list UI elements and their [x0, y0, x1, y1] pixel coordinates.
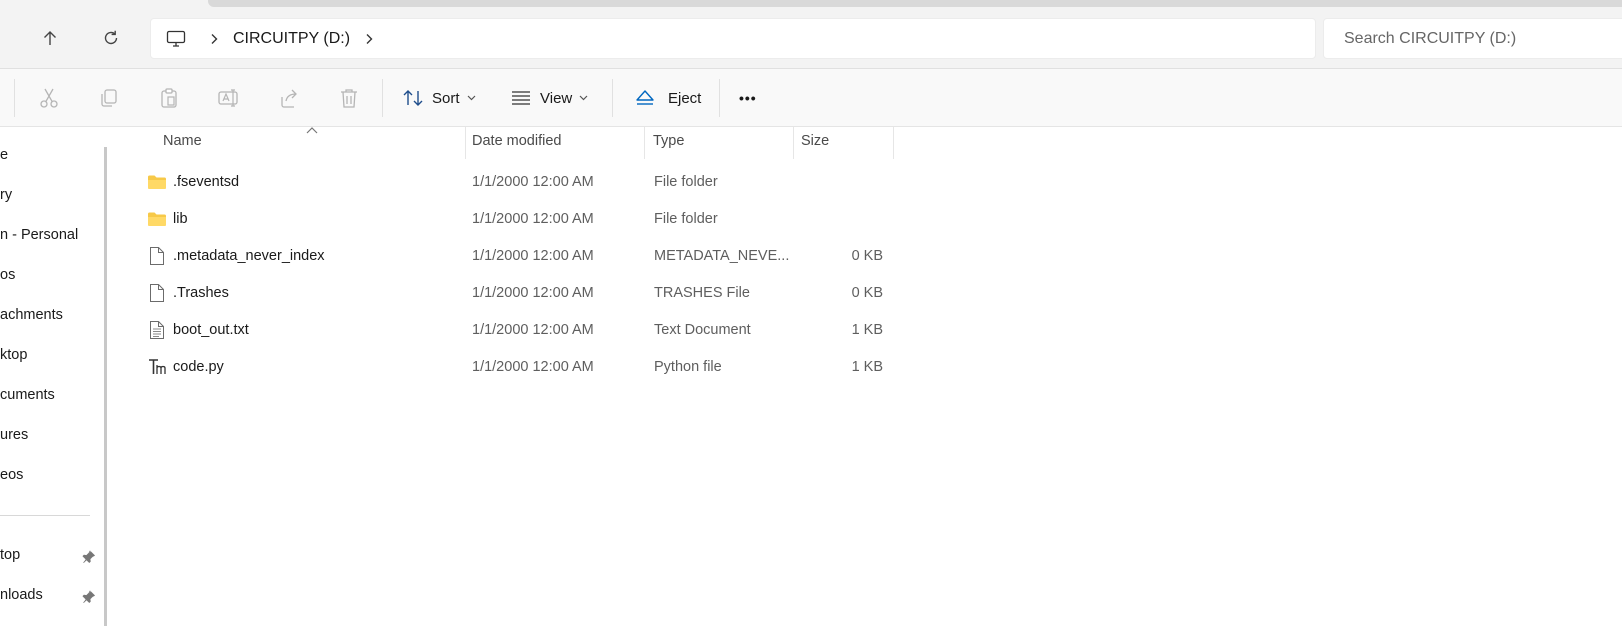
file-name: .fseventsd [173, 174, 240, 190]
file-size: 0 KB [851, 285, 883, 301]
file-row[interactable]: boot_out.txt 1/1/2000 12:00 AM Text Docu… [120, 313, 900, 349]
file-size: 1 KB [851, 359, 883, 375]
eject-icon [636, 90, 654, 105]
column-separator[interactable] [644, 127, 645, 159]
file-type: METADATA_NEVE... [654, 248, 790, 264]
chevron-right-icon[interactable] [356, 33, 382, 45]
file-row[interactable]: lib 1/1/2000 12:00 AM File folder [120, 202, 900, 238]
column-header-date[interactable]: Date modified [472, 133, 561, 149]
share-icon[interactable] [276, 85, 302, 111]
text-file-icon [147, 320, 167, 340]
view-label: View [540, 89, 573, 107]
file-date: 1/1/2000 12:00 AM [472, 248, 594, 264]
search-box[interactable] [1323, 18, 1622, 59]
column-separator[interactable] [893, 127, 894, 159]
pane-splitter[interactable] [104, 147, 107, 626]
delete-icon[interactable] [336, 85, 362, 111]
file-type: Text Document [654, 322, 751, 338]
sort-icon [403, 90, 423, 106]
file-name: .metadata_never_index [173, 248, 325, 264]
address-bar[interactable]: CIRCUITPY (D:) [150, 18, 1316, 59]
nav-item-downloads-pinned[interactable]: nloads [0, 587, 43, 603]
address-toolbar: CIRCUITPY (D:) [0, 0, 1622, 69]
nav-item-pictures[interactable]: ures [0, 427, 28, 443]
file-type: TRASHES File [654, 285, 750, 301]
arrow-up-icon [44, 31, 56, 45]
more-options-button[interactable]: ••• [739, 83, 757, 113]
file-row[interactable]: .fseventsd 1/1/2000 12:00 AM File folder [120, 165, 900, 201]
file-date: 1/1/2000 12:00 AM [472, 285, 594, 301]
rename-icon[interactable] [216, 85, 242, 111]
sort-ascending-icon [306, 127, 318, 134]
separator [612, 79, 613, 117]
file-name: lib [173, 211, 188, 227]
file-date: 1/1/2000 12:00 AM [472, 211, 594, 227]
file-date: 1/1/2000 12:00 AM [472, 359, 594, 375]
pin-icon[interactable] [82, 590, 96, 604]
file-row[interactable]: .metadata_never_index 1/1/2000 12:00 AM … [120, 239, 900, 275]
file-icon [147, 246, 167, 266]
pin-icon[interactable] [82, 550, 96, 564]
view-button[interactable]: View [510, 83, 588, 113]
chevron-right-icon[interactable] [201, 33, 227, 45]
column-separator[interactable] [465, 127, 466, 159]
chevron-down-icon [579, 95, 588, 101]
command-bar: Sort View Eject ••• [0, 69, 1622, 127]
nav-item-documents[interactable]: cuments [0, 387, 55, 403]
column-header-type[interactable]: Type [653, 133, 684, 149]
more-icon: ••• [739, 90, 757, 106]
nav-item-onedrive[interactable]: n - Personal [0, 227, 78, 243]
column-header-name[interactable]: Name [163, 133, 202, 149]
nav-item[interactable]: achments [0, 307, 63, 323]
up-button[interactable] [34, 22, 66, 54]
file-name: boot_out.txt [173, 322, 249, 338]
file-row[interactable]: code.py 1/1/2000 12:00 AM Python file 1 … [120, 350, 900, 386]
folder-icon [147, 209, 167, 229]
nav-item[interactable]: e [0, 147, 8, 163]
column-separator[interactable] [793, 127, 794, 159]
file-type: Python file [654, 359, 722, 375]
navigation-pane: e ry n - Personal os achments ktop cumen… [0, 127, 104, 626]
cut-icon[interactable] [36, 85, 62, 111]
file-size: 0 KB [851, 248, 883, 264]
folder-icon [147, 172, 167, 192]
file-date: 1/1/2000 12:00 AM [472, 174, 594, 190]
separator [719, 79, 720, 117]
nav-item-desktop[interactable]: ktop [0, 347, 27, 363]
column-header-size[interactable]: Size [801, 133, 829, 149]
tab-strip [208, 0, 1622, 7]
python-file-icon [147, 357, 167, 377]
file-date: 1/1/2000 12:00 AM [472, 322, 594, 338]
file-list: Name Date modified Type Size .fseventsd … [120, 127, 1622, 626]
search-input[interactable] [1342, 28, 1622, 49]
refresh-icon [104, 30, 118, 45]
breadcrumb-drive[interactable]: CIRCUITPY (D:) [227, 30, 356, 48]
refresh-button[interactable] [95, 22, 127, 54]
paste-icon[interactable] [156, 85, 182, 111]
file-name: .Trashes [173, 285, 229, 301]
separator [382, 79, 383, 117]
this-pc-icon[interactable] [165, 28, 187, 50]
separator [14, 79, 15, 117]
file-size: 1 KB [851, 322, 883, 338]
sort-button[interactable]: Sort [402, 83, 476, 113]
file-type: File folder [654, 211, 718, 227]
nav-item-desktop-pinned[interactable]: top [0, 547, 20, 563]
nav-item[interactable]: ry [0, 187, 12, 203]
sidebar-divider [0, 515, 90, 516]
nav-item[interactable]: os [0, 267, 15, 283]
file-icon [147, 283, 167, 303]
file-name: code.py [173, 359, 224, 375]
file-row[interactable]: .Trashes 1/1/2000 12:00 AM TRASHES File … [120, 276, 900, 312]
file-type: File folder [654, 174, 718, 190]
nav-item-videos[interactable]: eos [0, 467, 23, 483]
sort-label: Sort [432, 89, 460, 107]
eject-label: Eject [668, 89, 702, 107]
view-icon [512, 91, 530, 105]
copy-icon[interactable] [96, 85, 122, 111]
eject-button[interactable]: Eject [634, 83, 701, 113]
chevron-down-icon [467, 95, 475, 101]
